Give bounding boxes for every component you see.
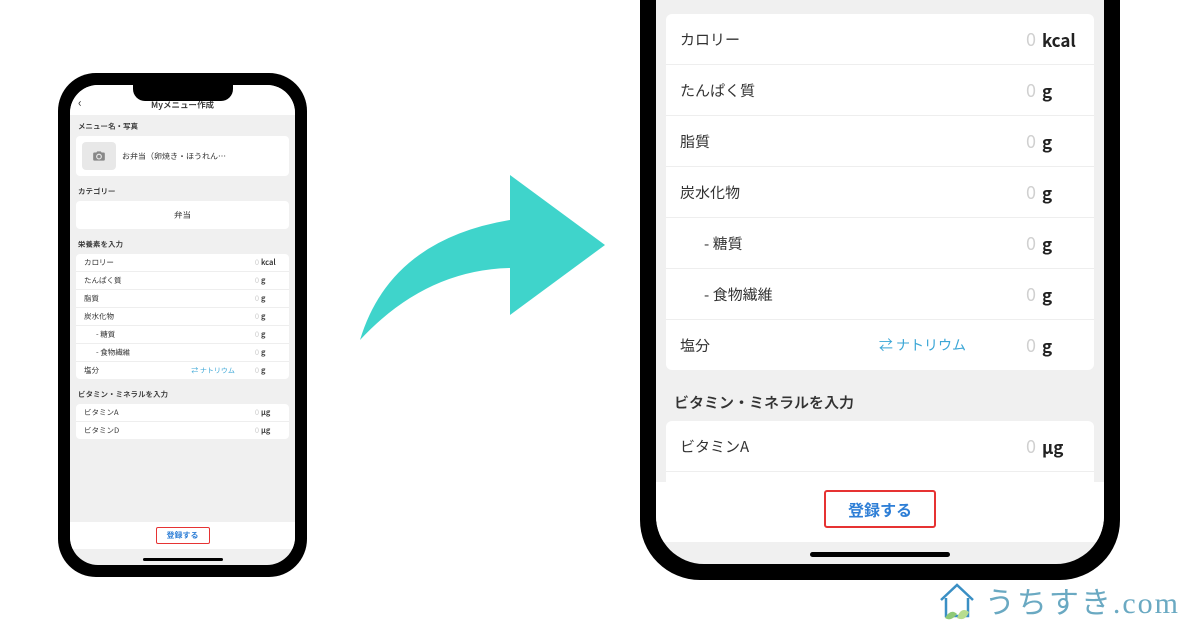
section-nutrients: 栄養素を入力 <box>70 233 295 254</box>
camera-icon[interactable] <box>82 142 116 170</box>
home-indicator <box>143 558 223 561</box>
nutrient-row[interactable]: ビタミンD0μg <box>76 422 289 439</box>
nutrient-row[interactable]: カロリー0kcal <box>666 14 1094 65</box>
register-button[interactable]: 登録する <box>156 527 210 544</box>
phone-mockup-small: ‹ Myメニュー作成 メニュー名・写真 お弁当（卵焼き・ほうれん… カテゴリー … <box>60 75 305 575</box>
nutrient-value[interactable]: 0 <box>1026 179 1036 205</box>
nutrient-row[interactable]: たんぱく質0g <box>76 272 289 290</box>
nutrient-row[interactable]: 脂質0g <box>666 116 1094 167</box>
nutrient-unit: g <box>261 311 281 322</box>
nutrient-unit: g <box>1042 282 1080 307</box>
nutrient-label: カロリー <box>84 257 255 268</box>
arrow-icon <box>350 150 610 350</box>
nutrient-label: 脂質 <box>84 293 255 304</box>
nutrient-unit: g <box>1042 180 1080 205</box>
nutrient-value[interactable]: 0 <box>1026 26 1036 52</box>
nutrient-unit: g <box>261 365 281 376</box>
nutrient-value[interactable]: 0 <box>255 275 259 286</box>
nutrient-row[interactable]: たんぱく質0g <box>666 65 1094 116</box>
back-button[interactable]: ‹ <box>78 94 82 111</box>
phone-notch <box>133 83 233 101</box>
nutrient-value[interactable]: 0 <box>255 407 259 418</box>
nutrient-label: 塩分 <box>84 365 191 376</box>
nutrient-label: 脂質 <box>680 131 1026 152</box>
nutrient-unit: g <box>1042 333 1080 358</box>
swap-sodium-link[interactable]: ⇄ ナトリウム <box>879 335 966 355</box>
section-vitamins-large: ビタミン・ミネラルを入力 <box>656 378 1104 421</box>
nutrient-label: - 食物繊維 <box>84 347 255 358</box>
logo-text: うちすき.com <box>985 578 1180 622</box>
nutrients-card-large: カロリー0kcalたんぱく質0g脂質0g炭水化物0g- 糖質0g- 食物繊維0g… <box>666 14 1094 370</box>
house-leaf-icon <box>935 578 979 622</box>
nutrient-value[interactable]: 0 <box>1026 77 1036 103</box>
nutrient-label: ビタミンA <box>84 407 255 418</box>
nutrient-row[interactable]: 炭水化物0g <box>76 308 289 326</box>
nutrient-row[interactable]: ビタミンA0μg <box>76 404 289 422</box>
nutrient-label: たんぱく質 <box>84 275 255 286</box>
nutrient-unit: g <box>1042 78 1080 103</box>
nutrient-value[interactable]: 0 <box>255 347 259 358</box>
nutrients-card: カロリー0kcalたんぱく質0g脂質0g炭水化物0g- 糖質0g- 食物繊維0g… <box>76 254 289 379</box>
nutrient-unit: μg <box>261 425 281 436</box>
nutrient-label: たんぱく質 <box>680 80 1026 101</box>
phone-screen-small: ‹ Myメニュー作成 メニュー名・写真 お弁当（卵焼き・ほうれん… カテゴリー … <box>70 85 295 565</box>
nutrient-unit: g <box>261 329 281 340</box>
register-button-large[interactable]: 登録する <box>824 490 936 528</box>
nutrient-row[interactable]: カロリー0kcal <box>76 254 289 272</box>
nutrient-value[interactable]: 0 <box>1026 281 1036 307</box>
nutrient-value[interactable]: 0 <box>1026 433 1036 459</box>
nutrient-unit: g <box>261 347 281 358</box>
section-category: カテゴリー <box>70 180 295 201</box>
vitamins-card: ビタミンA0μgビタミンD0μg <box>76 404 289 439</box>
nutrient-value[interactable]: 0 <box>1026 332 1036 358</box>
category-select[interactable]: 弁当 <box>76 201 289 229</box>
nutrient-row[interactable]: 塩分⇄ ナトリウム 0g <box>666 320 1094 370</box>
nutrient-value[interactable]: 0 <box>1026 128 1036 154</box>
phone-screen-large: カロリー0kcalたんぱく質0g脂質0g炭水化物0g- 糖質0g- 食物繊維0g… <box>656 0 1104 564</box>
nutrient-value[interactable]: 0 <box>255 257 259 268</box>
nutrient-unit: μg <box>261 407 281 418</box>
nutrient-value[interactable]: 0 <box>255 425 259 436</box>
register-bar: 登録する <box>70 522 295 549</box>
nutrient-label: ビタミンD <box>84 425 255 436</box>
nutrient-unit: g <box>261 293 281 304</box>
nutrient-label: - 糖質 <box>680 233 1026 254</box>
swap-sodium-link[interactable]: ⇄ ナトリウム <box>191 366 235 376</box>
phone-mockup-large: カロリー0kcalたんぱく質0g脂質0g炭水化物0g- 糖質0g- 食物繊維0g… <box>640 0 1120 580</box>
nutrient-value[interactable]: 0 <box>255 329 259 340</box>
nutrient-label: カロリー <box>680 29 1026 50</box>
nutrient-row[interactable]: 脂質0g <box>76 290 289 308</box>
nutrient-unit: g <box>1042 129 1080 154</box>
nutrient-unit: μg <box>1042 434 1080 459</box>
nutrient-row[interactable]: 炭水化物0g <box>666 167 1094 218</box>
section-menu-name: メニュー名・写真 <box>70 115 295 136</box>
nutrient-row[interactable]: - 食物繊維0g <box>76 344 289 362</box>
nutrient-row[interactable]: - 糖質0g <box>666 218 1094 269</box>
nutrient-value[interactable]: 0 <box>1026 230 1036 256</box>
nutrient-value[interactable]: 0 <box>255 293 259 304</box>
nutrient-label: 炭水化物 <box>84 311 255 322</box>
nutrient-row[interactable]: 塩分⇄ ナトリウム 0g <box>76 362 289 379</box>
nutrient-label: - 食物繊維 <box>680 284 1026 305</box>
nutrient-unit: g <box>1042 231 1080 256</box>
nutrient-label: 炭水化物 <box>680 182 1026 203</box>
menu-name-card: お弁当（卵焼き・ほうれん… <box>76 136 289 176</box>
home-indicator-large <box>810 552 950 557</box>
nutrient-unit: kcal <box>261 257 281 268</box>
menu-name-input[interactable]: お弁当（卵焼き・ほうれん… <box>122 151 283 162</box>
nutrient-row[interactable]: - 糖質0g <box>76 326 289 344</box>
nutrient-label: 塩分 <box>680 335 879 356</box>
site-logo: うちすき.com <box>935 578 1180 622</box>
register-bar-large: 登録する <box>656 482 1104 542</box>
nutrient-row[interactable]: ビタミンA0μg <box>666 421 1094 472</box>
nutrient-unit: g <box>261 275 281 286</box>
nutrient-label: ビタミンA <box>680 436 1026 457</box>
category-card: 弁当 <box>76 201 289 229</box>
nutrient-value[interactable]: 0 <box>255 365 259 376</box>
nutrient-value[interactable]: 0 <box>255 311 259 322</box>
nutrient-row[interactable]: - 食物繊維0g <box>666 269 1094 320</box>
nutrient-label: - 糖質 <box>84 329 255 340</box>
nutrient-unit: kcal <box>1042 27 1080 52</box>
section-vitamins: ビタミン・ミネラルを入力 <box>70 383 295 404</box>
